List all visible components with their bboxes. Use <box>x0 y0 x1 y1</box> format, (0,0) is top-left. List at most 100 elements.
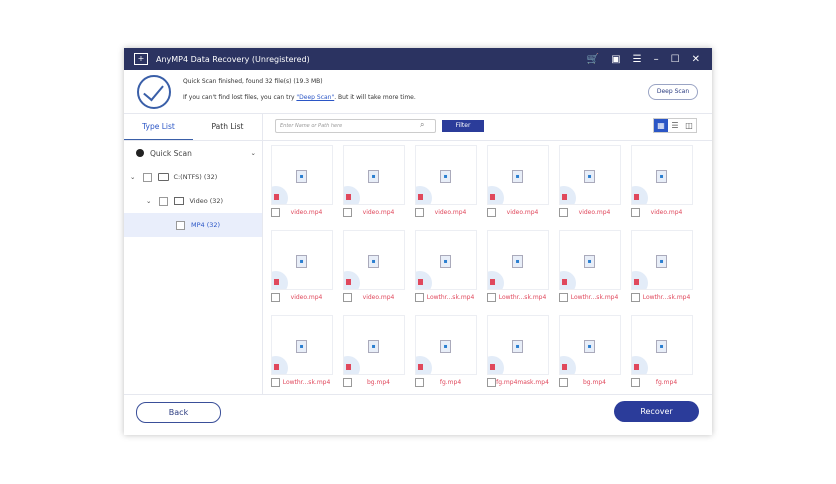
trash-icon <box>418 194 423 200</box>
file-thumbnail[interactable]: ▪ <box>559 315 621 375</box>
file-name: video.mp4 <box>434 209 467 216</box>
maximize-icon[interactable]: ☐ <box>671 54 680 65</box>
search-input[interactable]: Enter Name or Path here <box>275 119 436 133</box>
file-card[interactable]: ▪ bg.mp4 <box>559 315 621 387</box>
file-card[interactable]: ▪ fg.mp4mask.mp4 <box>487 315 549 387</box>
video-file-icon: ▪ <box>440 340 451 353</box>
file-checkbox[interactable] <box>631 293 640 302</box>
file-checkbox[interactable] <box>631 208 640 217</box>
close-icon[interactable]: ✕ <box>692 54 700 65</box>
grid-view-icon[interactable]: ▦ <box>654 119 668 132</box>
file-checkbox[interactable] <box>559 293 568 302</box>
file-checkbox[interactable] <box>487 208 496 217</box>
list-view-icon[interactable]: ☰ <box>668 119 682 132</box>
menu-icon[interactable]: ☰ <box>633 54 642 65</box>
trash-icon <box>346 279 351 285</box>
filter-button[interactable]: Filter <box>442 120 484 132</box>
deep-scan-link[interactable]: "Deep Scan" <box>296 94 334 101</box>
file-card[interactable]: ▪ Lowthr...sk.mp4 <box>631 230 693 302</box>
file-card[interactable]: ▪ fg.mp4 <box>631 315 693 387</box>
file-thumbnail[interactable]: ▪ <box>487 145 549 205</box>
file-thumbnail[interactable]: ▪ <box>559 230 621 290</box>
file-thumbnail[interactable]: ▪ <box>343 315 405 375</box>
file-name: Lowthr...sk.mp4 <box>282 379 331 386</box>
file-card[interactable]: ▪ video.mp4 <box>271 230 333 302</box>
back-button[interactable]: Back <box>136 402 221 423</box>
file-thumbnail[interactable]: ▪ <box>631 230 693 290</box>
video-file-icon: ▪ <box>296 255 307 268</box>
mp4-label: MP4 (32) <box>191 221 221 229</box>
file-checkbox[interactable] <box>343 208 352 217</box>
drive-checkbox[interactable] <box>143 172 153 182</box>
window-title: AnyMP4 Data Recovery (Unregistered) <box>156 54 310 64</box>
file-name: Lowthr...sk.mp4 <box>498 294 547 301</box>
quick-scan-label: Quick Scan <box>150 148 192 158</box>
video-checkbox[interactable] <box>159 196 169 206</box>
file-thumbnail[interactable]: ▪ <box>487 230 549 290</box>
file-thumbnail[interactable]: ▪ <box>415 145 477 205</box>
search-icon[interactable]: ⌕ <box>420 120 424 130</box>
file-thumbnail[interactable]: ▪ <box>631 145 693 205</box>
file-card[interactable]: ▪ video.mp4 <box>271 145 333 217</box>
video-file-icon: ▪ <box>512 170 523 183</box>
chevron-down-icon[interactable]: ⌄ <box>146 197 151 205</box>
file-grid: ▪ video.mp4 ▪ video.mp4 ▪ video.mp4 ▪ vi… <box>271 145 693 387</box>
file-checkbox[interactable] <box>415 293 424 302</box>
tree-item-video[interactable]: ⌄ Video (32) <box>124 189 262 213</box>
file-thumbnail[interactable]: ▪ <box>631 315 693 375</box>
tree-item-drive[interactable]: ⌄ C:(NTFS) (32) <box>124 165 262 189</box>
file-card[interactable]: ▪ video.mp4 <box>631 145 693 217</box>
file-checkbox[interactable] <box>271 208 280 217</box>
chevron-down-icon[interactable]: ⌄ <box>130 173 135 181</box>
file-card[interactable]: ▪ video.mp4 <box>343 145 405 217</box>
file-thumbnail[interactable]: ▪ <box>415 315 477 375</box>
file-card[interactable]: ▪ Lowthr...sk.mp4 <box>415 230 477 302</box>
sidebar: Type List Path List Quick Scan ⌄ ⌄ C:(NT… <box>124 114 263 395</box>
video-file-icon: ▪ <box>296 170 307 183</box>
tab-type-list[interactable]: Type List <box>124 114 193 140</box>
file-thumbnail[interactable]: ▪ <box>343 230 405 290</box>
trash-icon <box>562 279 567 285</box>
file-checkbox[interactable] <box>415 378 424 387</box>
save-icon[interactable]: ▣ <box>611 54 620 65</box>
cart-icon[interactable]: 🛒 <box>587 54 599 65</box>
file-checkbox[interactable] <box>559 208 568 217</box>
file-card[interactable]: ▪ Lowthr...sk.mp4 <box>487 230 549 302</box>
file-checkbox[interactable] <box>487 293 496 302</box>
file-card[interactable]: ▪ video.mp4 <box>415 145 477 217</box>
file-card[interactable]: ▪ Lowthr...sk.mp4 <box>559 230 621 302</box>
file-checkbox[interactable] <box>631 378 640 387</box>
file-card[interactable]: ▪ video.mp4 <box>487 145 549 217</box>
deep-scan-button[interactable]: Deep Scan <box>648 84 698 100</box>
file-thumbnail[interactable]: ▪ <box>415 230 477 290</box>
recover-button[interactable]: Recover <box>614 401 699 422</box>
video-file-icon: ▪ <box>440 255 451 268</box>
file-checkbox[interactable] <box>271 378 280 387</box>
file-thumbnail[interactable]: ▪ <box>271 230 333 290</box>
file-checkbox[interactable] <box>487 378 496 387</box>
video-icon <box>174 197 185 205</box>
file-card[interactable]: ▪ Lowthr...sk.mp4 <box>271 315 333 387</box>
drive-icon <box>158 173 170 181</box>
quick-scan-dropdown[interactable]: Quick Scan ⌄ <box>124 141 262 165</box>
file-thumbnail[interactable]: ▪ <box>343 145 405 205</box>
toolbar: Enter Name or Path here ⌕ Filter ▦ ☰ ◫ <box>263 114 712 141</box>
file-thumbnail[interactable]: ▪ <box>271 315 333 375</box>
file-card[interactable]: ▪ video.mp4 <box>559 145 621 217</box>
tree-item-mp4[interactable]: MP4 (32) <box>124 213 262 237</box>
file-thumbnail[interactable]: ▪ <box>487 315 549 375</box>
tab-path-list[interactable]: Path List <box>193 114 262 140</box>
file-card[interactable]: ▪ video.mp4 <box>343 230 405 302</box>
file-checkbox[interactable] <box>271 293 280 302</box>
file-thumbnail[interactable]: ▪ <box>559 145 621 205</box>
mp4-checkbox[interactable] <box>176 220 185 230</box>
file-card[interactable]: ▪ fg.mp4 <box>415 315 477 387</box>
file-checkbox[interactable] <box>559 378 568 387</box>
file-thumbnail[interactable]: ▪ <box>271 145 333 205</box>
minimize-icon[interactable]: – <box>654 54 659 65</box>
file-checkbox[interactable] <box>343 378 352 387</box>
file-checkbox[interactable] <box>415 208 424 217</box>
detail-view-icon[interactable]: ◫ <box>682 119 696 132</box>
file-checkbox[interactable] <box>343 293 352 302</box>
file-card[interactable]: ▪ bg.mp4 <box>343 315 405 387</box>
